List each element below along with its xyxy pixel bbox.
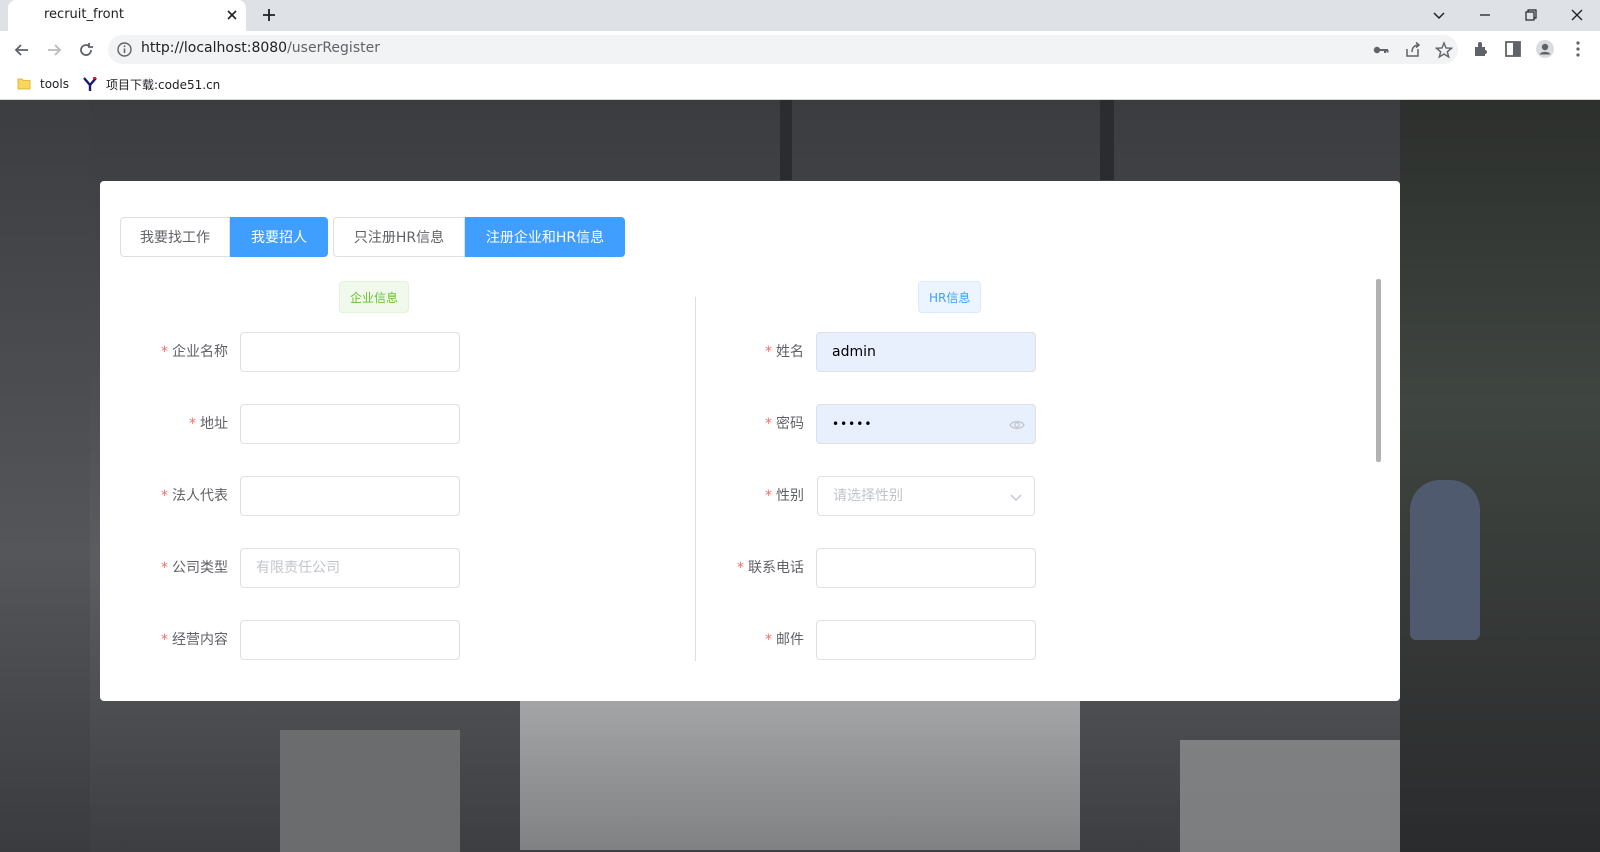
label-text: 企业名称 <box>172 344 228 360</box>
tab-find-job[interactable]: 我要找工作 <box>120 217 230 257</box>
tab-register-hr-only[interactable]: 只注册HR信息 <box>333 217 465 257</box>
company-info-tag: 企业信息 <box>339 281 410 313</box>
browser-tab-strip: recruit_front <box>0 0 1600 31</box>
legal-rep-label: * 法人代表 <box>108 476 228 516</box>
site-info-icon[interactable] <box>116 41 133 58</box>
company-type-label: * 公司类型 <box>108 548 228 588</box>
forward-icon[interactable] <box>44 40 64 60</box>
bg-chair-shape <box>280 730 460 852</box>
required-mark: * <box>161 344 168 360</box>
register-type-tabs: 只注册HR信息 注册企业和HR信息 <box>333 217 625 257</box>
url-path: /userRegister <box>287 40 380 56</box>
email-input[interactable] <box>816 620 1036 660</box>
hr-name-input[interactable]: admin <box>816 332 1036 372</box>
folder-icon <box>17 78 31 90</box>
restore-icon[interactable] <box>1520 4 1542 26</box>
label-text: 邮件 <box>776 632 804 648</box>
address-label: * 地址 <box>108 404 228 444</box>
y-logo-icon <box>83 77 97 91</box>
bg-person-shape <box>1410 480 1480 640</box>
hr-name-label: * 姓名 <box>684 332 804 372</box>
business-scope-label: * 经营内容 <box>108 620 228 660</box>
bg-left-panel <box>0 100 90 852</box>
url-host: http://localhost:8080 <box>141 40 288 56</box>
browser-tab[interactable]: recruit_front <box>8 0 246 31</box>
reload-icon[interactable] <box>76 40 96 60</box>
label-text: 公司类型 <box>172 560 228 576</box>
required-mark: * <box>161 632 168 648</box>
close-window-icon[interactable] <box>1566 4 1588 26</box>
password-mask: ••••• <box>832 417 873 431</box>
minimize-icon[interactable] <box>1474 4 1496 26</box>
back-icon[interactable] <box>12 40 32 60</box>
address-input[interactable] <box>240 404 460 444</box>
register-form: 企业信息 * 企业名称 * 地址 * 法人代表 * 公司类型 有限责任公司 * 经营内容 … <box>100 279 1400 661</box>
browser-toolbar: http://localhost:8080/userRegister <box>0 31 1600 68</box>
label-text: 性别 <box>776 488 804 504</box>
phone-input[interactable] <box>816 548 1036 588</box>
company-name-label: * 企业名称 <box>108 332 228 372</box>
bg-chair-shape <box>1180 740 1400 852</box>
url-text: http://localhost:8080/userRegister <box>141 40 380 56</box>
required-mark: * <box>189 416 196 432</box>
label-text: 密码 <box>776 416 804 432</box>
form-scrollbar[interactable] <box>1376 279 1381 462</box>
profile-avatar-icon[interactable] <box>1535 39 1555 59</box>
company-type-input[interactable]: 有限责任公司 <box>240 548 460 588</box>
label-text: 经营内容 <box>172 632 228 648</box>
required-mark: * <box>765 416 772 432</box>
bookmark-code51[interactable]: 项目下载:code51.cn <box>82 74 220 94</box>
bookmark-star-icon[interactable] <box>1435 41 1453 59</box>
password-label: * 密码 <box>684 404 804 444</box>
bg-table-shape <box>520 700 1080 850</box>
bg-window-frame <box>780 100 792 180</box>
business-scope-input[interactable] <box>240 620 460 660</box>
register-card: 我要找工作 我要招人 只注册HR信息 注册企业和HR信息 企业信息 * 企业名称 … <box>100 181 1400 701</box>
gender-select[interactable]: 请选择性别 <box>817 476 1035 516</box>
required-mark: * <box>161 560 168 576</box>
browser-menu-icon[interactable] <box>1568 39 1588 59</box>
tab-recruit[interactable]: 我要招人 <box>230 217 328 257</box>
share-icon[interactable] <box>1404 41 1422 59</box>
hr-info-tag: HR信息 <box>918 281 982 313</box>
bg-right-panel <box>1400 100 1600 852</box>
bookmark-tools[interactable]: tools <box>16 74 69 94</box>
extensions-icon[interactable] <box>1471 39 1491 59</box>
chevron-down-icon <box>1010 494 1022 501</box>
tab-search-icon[interactable] <box>1428 4 1450 26</box>
label-text: 法人代表 <box>172 488 228 504</box>
required-mark: * <box>161 488 168 504</box>
bookmark-label: tools <box>40 77 69 91</box>
key-icon[interactable] <box>1372 41 1390 59</box>
bg-window-frame <box>1100 100 1114 180</box>
label-text: 地址 <box>200 416 228 432</box>
phone-label: * 联系电话 <box>684 548 804 588</box>
gender-label: * 性别 <box>684 476 804 516</box>
required-mark: * <box>737 560 744 576</box>
label-text: 姓名 <box>776 344 804 360</box>
required-mark: * <box>765 488 772 504</box>
legal-rep-input[interactable] <box>240 476 460 516</box>
company-name-input[interactable] <box>240 332 460 372</box>
company-type-placeholder: 有限责任公司 <box>256 560 340 576</box>
address-bar[interactable]: http://localhost:8080/userRegister <box>108 35 1458 64</box>
email-label: * 邮件 <box>684 620 804 660</box>
eye-icon[interactable] <box>1009 417 1025 433</box>
tab-title: recruit_front <box>44 7 124 22</box>
label-text: 联系电话 <box>748 560 804 576</box>
close-tab-icon[interactable] <box>224 7 240 23</box>
required-mark: * <box>765 344 772 360</box>
password-input[interactable]: ••••• <box>816 404 1036 444</box>
bookmarks-bar: tools 项目下载:code51.cn <box>0 68 1600 100</box>
side-panel-icon[interactable] <box>1503 39 1523 59</box>
required-mark: * <box>765 632 772 648</box>
mode-tabs: 我要找工作 我要招人 <box>120 217 328 257</box>
new-tab-icon[interactable] <box>260 6 278 24</box>
gender-placeholder: 请选择性别 <box>833 488 903 504</box>
tab-register-company-and-hr[interactable]: 注册企业和HR信息 <box>465 217 625 257</box>
bookmark-label: 项目下载:code51.cn <box>106 77 221 92</box>
